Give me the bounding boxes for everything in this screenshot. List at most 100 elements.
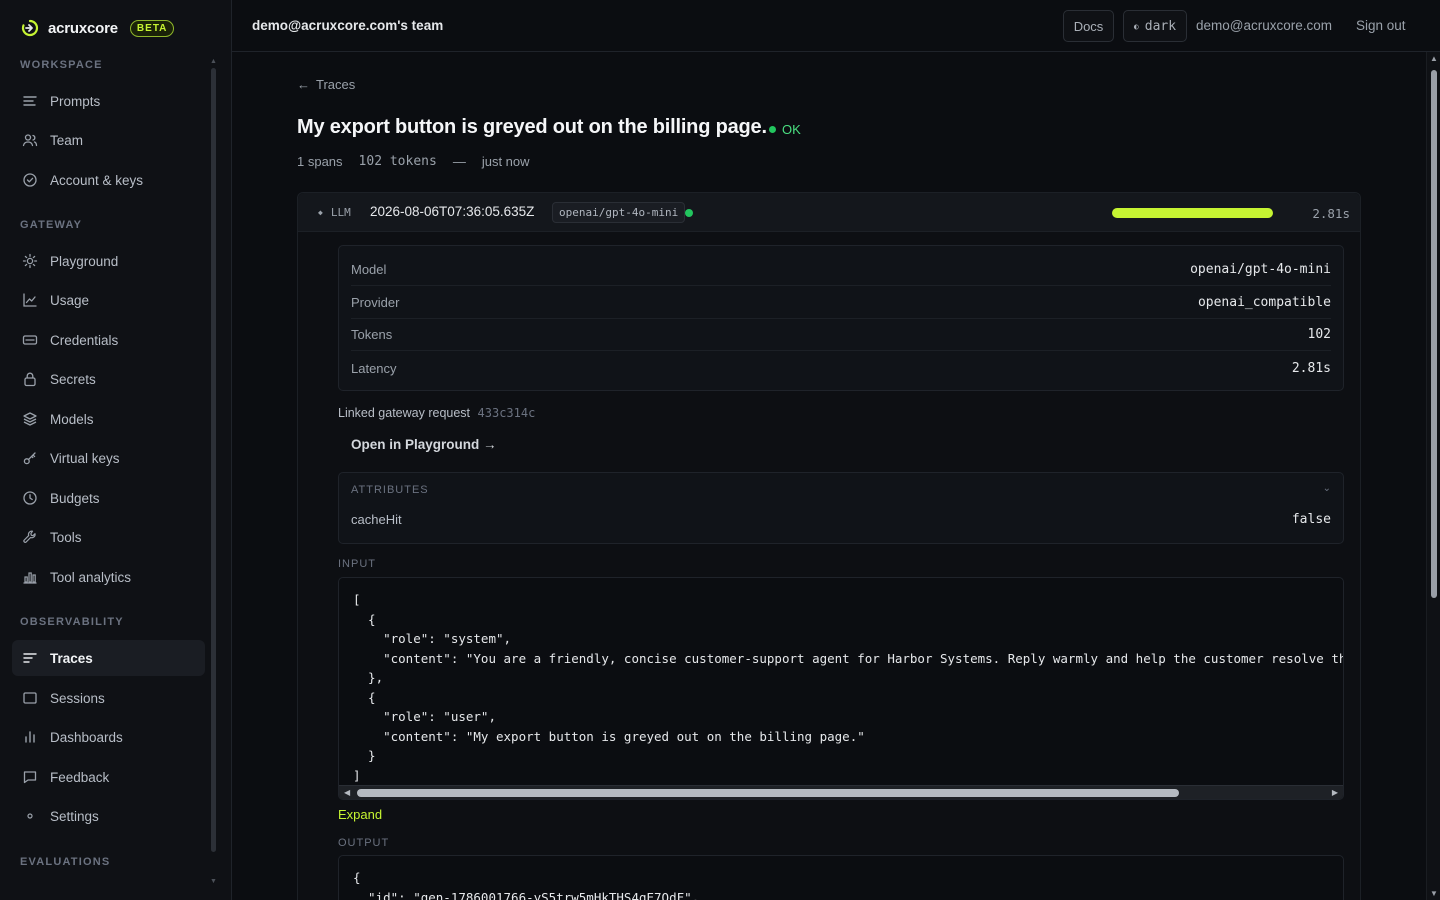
expand-input-button[interactable]: Expand	[338, 807, 382, 822]
window-icon	[23, 692, 37, 704]
sidebar-item-account-keys[interactable]: Account & keys	[12, 162, 205, 198]
sidebar-item-label: Prompts	[50, 93, 101, 109]
span-card: ◆ LLM 2026-08-06T07:36:05.635Z openai/gp…	[297, 192, 1361, 900]
brand[interactable]: acruxcore BETA	[20, 18, 175, 38]
span-model-badge: openai/gpt-4o-mini	[552, 202, 686, 223]
span-kind: ◆ LLM	[318, 206, 351, 219]
input-horizontal-scrollbar[interactable]: ◀ ▶	[339, 785, 1343, 799]
input-code-block[interactable]: [ { "role": "system", "content": "You ar…	[338, 577, 1344, 800]
layers-icon	[23, 412, 37, 426]
scroll-down-icon[interactable]: ▼	[1430, 889, 1438, 898]
sidebar-item-usage[interactable]: Usage	[12, 282, 205, 318]
bars-icon	[25, 731, 35, 743]
sidebar-item-settings[interactable]: Settings	[12, 798, 205, 834]
sidebar-item-dashboards[interactable]: Dashboards	[12, 719, 205, 755]
trace-meta: 1 spans 102 tokens — just now	[297, 154, 530, 169]
clock-icon	[23, 491, 37, 505]
span-count: 1 spans	[297, 154, 343, 169]
sidebar-item-label: Virtual keys	[50, 450, 120, 466]
sidebar-item-tools[interactable]: Tools	[12, 519, 205, 555]
section-label-observability: OBSERVABILITY	[20, 616, 124, 628]
sidebar-item-team[interactable]: Team	[12, 122, 205, 158]
brand-name: acruxcore	[48, 19, 118, 37]
sidebar-item-credentials[interactable]: Credentials	[12, 322, 205, 358]
sidebar-item-traces[interactable]: Traces	[12, 640, 205, 676]
detail-value: 102	[1307, 327, 1331, 342]
scroll-left-icon[interactable]: ◀	[344, 788, 350, 797]
theme-label: dark	[1144, 18, 1177, 34]
attribute-value: false	[1291, 512, 1331, 527]
sidebar-scroll-down-icon[interactable]: ▼	[210, 878, 217, 885]
sidebar-item-budgets[interactable]: Budgets	[12, 480, 205, 516]
meta-separator: —	[452, 154, 466, 169]
open-in-playground-link[interactable]: Open in Playground →	[351, 437, 497, 452]
chevron-down-icon[interactable]: ⌄	[1323, 483, 1331, 494]
sidebar-item-models[interactable]: Models	[12, 401, 205, 437]
sidebar-item-tool-analytics[interactable]: Tool analytics	[12, 559, 205, 595]
wrench-icon	[23, 530, 36, 543]
sidebar-item-label: Dashboards	[50, 729, 123, 745]
detail-key: Model	[351, 262, 387, 277]
input-label: INPUT	[338, 558, 376, 570]
sidebar-item-label: Team	[50, 132, 84, 148]
line-chart-icon	[23, 293, 37, 307]
detail-row-provider: Provider openai_compatible	[351, 287, 1331, 319]
linked-request-id[interactable]: 433c314c	[478, 406, 536, 420]
sidebar-item-virtual-keys[interactable]: Virtual keys	[12, 440, 205, 476]
sidebar-scroll-up-icon[interactable]: ▲	[210, 58, 217, 65]
users-icon	[22, 134, 38, 147]
status-label: OK	[782, 122, 801, 137]
detail-key: Latency	[351, 360, 397, 376]
lock-icon	[24, 372, 36, 387]
span-status-dot-icon	[685, 209, 693, 217]
bar-chart-icon	[23, 572, 37, 584]
sidebar-item-label: Tool analytics	[50, 569, 132, 585]
sidebar-item-prompts[interactable]: Prompts	[12, 83, 205, 119]
topbar: demo@acruxcore.com's team Docs ◐ dark de…	[232, 0, 1440, 52]
card-icon	[22, 335, 38, 345]
span-duration-bar	[1112, 208, 1273, 218]
span-duration: 2.81s	[1312, 206, 1350, 221]
team-name[interactable]: demo@acruxcore.com's team	[252, 18, 443, 33]
span-header[interactable]: ◆ LLM 2026-08-06T07:36:05.635Z openai/gp…	[298, 193, 1360, 232]
output-code: { "id": "gen-1786001766-yS5trw5mHkTHS4gE…	[353, 870, 700, 900]
sidebar-item-label: Tools	[50, 529, 82, 545]
sidebar-scrollbar[interactable]	[211, 68, 216, 852]
detail-value: 2.81s	[1291, 360, 1331, 376]
sidebar-item-label: Budgets	[50, 490, 100, 506]
back-to-traces-link[interactable]: ← Traces	[297, 77, 355, 92]
sidebar: acruxcore BETA WORKSPACE Prompts Team Ac…	[0, 0, 232, 900]
section-label-gateway: GATEWAY	[20, 219, 83, 231]
status-dot-icon	[769, 126, 776, 133]
sidebar-item-sessions[interactable]: Sessions	[12, 680, 205, 716]
main-scroll-thumb[interactable]	[1431, 70, 1437, 598]
sidebar-item-playground[interactable]: Playground	[12, 243, 205, 279]
docs-button[interactable]: Docs	[1063, 10, 1114, 42]
sun-icon	[22, 253, 38, 269]
detail-row-tokens: Tokens 102	[351, 319, 1331, 351]
input-scroll-thumb[interactable]	[357, 789, 1179, 797]
sidebar-item-feedback[interactable]: Feedback	[12, 759, 205, 795]
beta-badge: BETA	[129, 19, 175, 37]
diamond-icon: ◆	[318, 208, 323, 217]
detail-value: openai/gpt-4o-mini	[1190, 262, 1331, 277]
detail-key: Tokens	[351, 327, 393, 342]
span-timestamp: 2026-08-06T07:36:05.635Z	[370, 204, 535, 219]
scroll-up-icon[interactable]: ▲	[1430, 54, 1438, 63]
sidebar-item-label: Account & keys	[50, 172, 144, 188]
acruxcore-logo-icon	[21, 19, 39, 37]
attributes-panel: ATTRIBUTES ⌄ cacheHit false	[338, 472, 1344, 544]
page-title: My export button is greyed out on the bi…	[297, 116, 767, 138]
status-badge: OK	[769, 122, 801, 137]
sidebar-item-label: Usage	[50, 292, 90, 308]
sidebar-item-label: Settings	[50, 808, 99, 824]
theme-toggle-button[interactable]: ◐ dark	[1123, 10, 1187, 42]
check-circle-icon	[23, 173, 37, 187]
scroll-right-icon[interactable]: ▶	[1332, 788, 1338, 797]
arrow-left-icon: ←	[297, 77, 310, 92]
sidebar-item-secrets[interactable]: Secrets	[12, 361, 205, 397]
main-scrollbar[interactable]: ▲ ▼	[1426, 52, 1440, 900]
sign-out-button[interactable]: Sign out	[1356, 18, 1406, 33]
linked-request-label: Linked gateway request	[338, 406, 471, 420]
output-code-block[interactable]: { "id": "gen-1786001766-yS5trw5mHkTHS4gE…	[338, 855, 1344, 900]
